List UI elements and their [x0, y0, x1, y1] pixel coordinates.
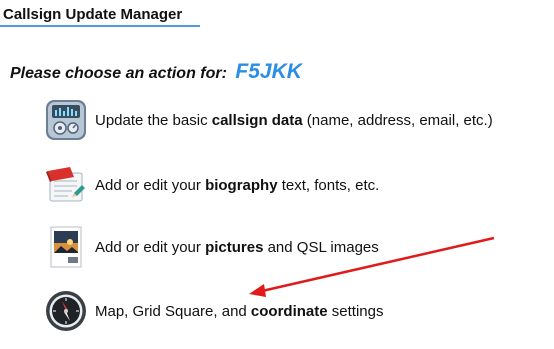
- edit-document-icon[interactable]: [44, 163, 88, 207]
- edit-pictures-action[interactable]: Add or edit your pictures and QSL images: [44, 225, 379, 269]
- compass-icon[interactable]: [44, 289, 88, 333]
- settings-panel-icon[interactable]: [44, 98, 88, 142]
- coordinate-settings-label[interactable]: Map, Grid Square, and coordinate setting…: [95, 303, 383, 320]
- edit-biography-label[interactable]: Add or edit your biography text, fonts, …: [95, 177, 379, 194]
- prompt-text: Please choose an action for:: [10, 65, 227, 82]
- picture-icon[interactable]: [44, 225, 88, 269]
- update-callsign-data-action[interactable]: Update the basic callsign data (name, ad…: [44, 98, 493, 142]
- action-prompt: Please choose an action for: F5JKK: [10, 60, 302, 84]
- update-callsign-data-label[interactable]: Update the basic callsign data (name, ad…: [95, 112, 493, 129]
- coordinate-settings-action[interactable]: Map, Grid Square, and coordinate setting…: [44, 289, 383, 333]
- edit-pictures-label[interactable]: Add or edit your pictures and QSL images: [95, 239, 379, 256]
- page-title: Callsign Update Manager: [3, 6, 183, 23]
- callsign-label: F5JKK: [235, 60, 302, 83]
- edit-biography-action[interactable]: Add or edit your biography text, fonts, …: [44, 163, 379, 207]
- title-underline: [0, 25, 200, 27]
